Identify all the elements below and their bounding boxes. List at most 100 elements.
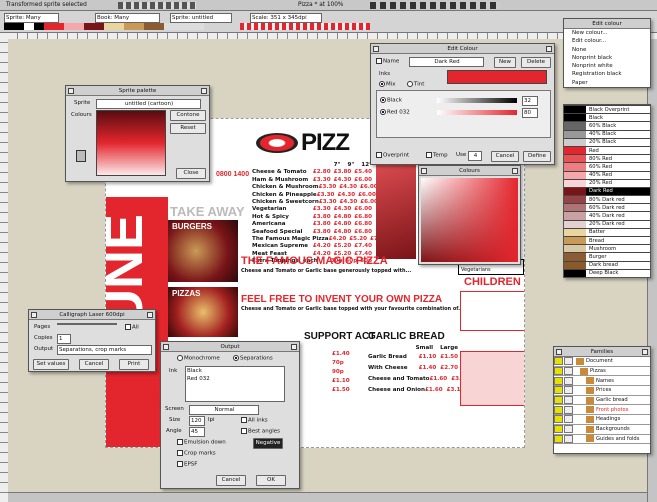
book-selector[interactable]: Book: Many — [95, 13, 160, 23]
palette-entry[interactable]: 80% Red — [564, 154, 650, 163]
new-button[interactable]: New — [494, 57, 516, 68]
sprite-name-field[interactable]: Sprite: untitled — [170, 13, 232, 23]
colour-name-field[interactable]: Dark Red — [409, 57, 484, 67]
family-row[interactable]: Document — [554, 357, 650, 367]
palette-entry[interactable]: 60% Black — [564, 121, 650, 130]
family-row[interactable]: Prices — [554, 386, 650, 396]
contone-button[interactable]: Contone — [170, 110, 206, 121]
mix-radio[interactable]: Mix — [379, 81, 396, 88]
lock-icon[interactable] — [564, 376, 573, 385]
delete-button[interactable]: Delete — [521, 57, 551, 68]
screen-field[interactable]: Normal — [189, 405, 259, 415]
output-ok-button[interactable]: OK — [256, 475, 286, 486]
palette-entry[interactable]: 40% Dark red — [564, 211, 650, 220]
menu-item[interactable]: Nonprint white — [564, 62, 650, 70]
print-button[interactable]: Print — [119, 359, 149, 370]
all-inks-check[interactable]: All inks — [241, 417, 268, 424]
eye-icon[interactable] — [554, 386, 563, 395]
eye-icon[interactable] — [554, 357, 563, 366]
palette-entry[interactable]: 20% Dark red — [564, 219, 650, 228]
lock-icon[interactable] — [564, 425, 573, 434]
palette-entry[interactable]: Burger — [564, 252, 650, 261]
use-field[interactable]: 4 — [468, 151, 482, 161]
palette-entry[interactable]: Black — [564, 113, 650, 122]
palette-entry[interactable]: Dark bread — [564, 260, 650, 269]
horizontal-scrollbar[interactable] — [8, 492, 647, 502]
overprint-check[interactable]: Overprint — [376, 152, 409, 159]
lock-icon[interactable] — [564, 415, 573, 424]
menu-item[interactable]: Nonprint black — [564, 54, 650, 62]
eye-icon[interactable] — [554, 367, 563, 376]
palette-entry[interactable]: 60% Red — [564, 162, 650, 171]
print-titlebar[interactable]: Calligraph Laser 600dpi — [29, 310, 155, 320]
negative-toggle[interactable]: Negative — [253, 438, 283, 449]
lock-icon[interactable] — [564, 396, 573, 405]
palette-entry[interactable]: 40% Black — [564, 129, 650, 138]
menu-item[interactable]: Registration black — [564, 70, 650, 78]
tint-radio[interactable]: Tint — [407, 81, 424, 88]
size-field[interactable]: 120 — [189, 416, 205, 426]
palette-entry[interactable]: 80% Dark red — [564, 195, 650, 204]
toolbar-icons[interactable] — [118, 2, 196, 9]
trash-icon[interactable] — [76, 150, 86, 162]
eye-icon[interactable] — [554, 376, 563, 385]
colour-picker-area[interactable] — [421, 178, 518, 262]
pages-field[interactable] — [57, 323, 117, 325]
family-row[interactable]: Pizzas — [554, 367, 650, 377]
palette-entry[interactable]: 20% Black — [564, 137, 650, 146]
reset-button[interactable]: Reset — [170, 123, 206, 134]
ink-black-value[interactable]: 32 — [522, 96, 538, 106]
sprite-selector[interactable]: Sprite: Many — [4, 13, 59, 23]
edit-colour-titlebar[interactable]: Edit Colour — [371, 44, 554, 54]
ink-item-red[interactable]: Red 032 — [187, 375, 284, 383]
all-check[interactable]: All — [125, 324, 139, 331]
menu-item[interactable]: New colour... — [564, 29, 650, 37]
cancel-colour-button[interactable]: Cancel — [491, 151, 519, 162]
ink-black[interactable]: Black — [380, 97, 402, 104]
output-cancel-button[interactable]: Cancel — [216, 475, 246, 486]
style-strip[interactable] — [240, 23, 370, 30]
menu-item[interactable]: None — [564, 46, 650, 54]
lock-icon[interactable] — [564, 386, 573, 395]
family-row[interactable]: Front photos — [554, 405, 650, 416]
sprite-field[interactable]: untitled (cartoon) — [96, 99, 201, 109]
sprite-titlebar[interactable]: Sprite palette — [66, 86, 209, 96]
family-row[interactable]: Backgrounds — [554, 425, 650, 435]
copies-field[interactable]: 1 — [57, 334, 71, 344]
angle-field[interactable]: 45 — [189, 427, 205, 437]
family-row[interactable]: Names — [554, 376, 650, 387]
print-cancel-button[interactable]: Cancel — [79, 359, 109, 370]
lock-icon[interactable] — [564, 367, 573, 376]
family-row[interactable]: Headings — [554, 415, 650, 425]
sprite-preview[interactable] — [96, 110, 166, 176]
eye-icon[interactable] — [554, 396, 563, 405]
seps-radio[interactable]: Separations — [233, 355, 273, 362]
palette-entry[interactable]: Mushroom — [564, 244, 650, 253]
menu-item[interactable]: Paper — [564, 79, 650, 87]
palette-entry[interactable]: Dark Red — [564, 186, 650, 196]
define-button[interactable]: Define — [523, 151, 551, 162]
output-field[interactable]: Separations, crop marks — [57, 345, 152, 355]
palette-entry[interactable]: Batter — [564, 227, 650, 236]
ink-list[interactable]: Black Red 032 — [185, 366, 285, 402]
lock-icon[interactable] — [564, 434, 573, 443]
palette-entry[interactable]: Bread — [564, 236, 650, 245]
eye-icon[interactable] — [554, 425, 563, 434]
close-button[interactable]: Close — [176, 168, 206, 179]
families-titlebar[interactable]: Families — [554, 347, 650, 357]
palette-entry[interactable]: 60% Dark red — [564, 203, 650, 212]
colour-strip[interactable] — [4, 23, 204, 30]
menu-item[interactable]: Edit colour... — [564, 37, 650, 45]
mono-radio[interactable]: Monochrome — [177, 355, 220, 362]
output-titlebar[interactable]: Output — [161, 342, 299, 352]
set-values-button[interactable]: Set values — [33, 359, 69, 370]
palette-entry[interactable]: Black Overprint — [564, 105, 650, 114]
ink-red-value[interactable]: 80 — [522, 108, 538, 118]
palette-entry[interactable]: Red — [564, 145, 650, 155]
ink-red[interactable]: Red 032 — [380, 109, 410, 116]
palette-entry[interactable]: Deep Black — [564, 268, 650, 277]
ink-black-slider[interactable] — [437, 98, 517, 103]
tool-icons-right[interactable] — [370, 2, 500, 9]
best-angles-check[interactable]: Best angles — [241, 428, 280, 435]
scale-field[interactable]: Scale: 351 x 345dpi — [250, 13, 322, 23]
